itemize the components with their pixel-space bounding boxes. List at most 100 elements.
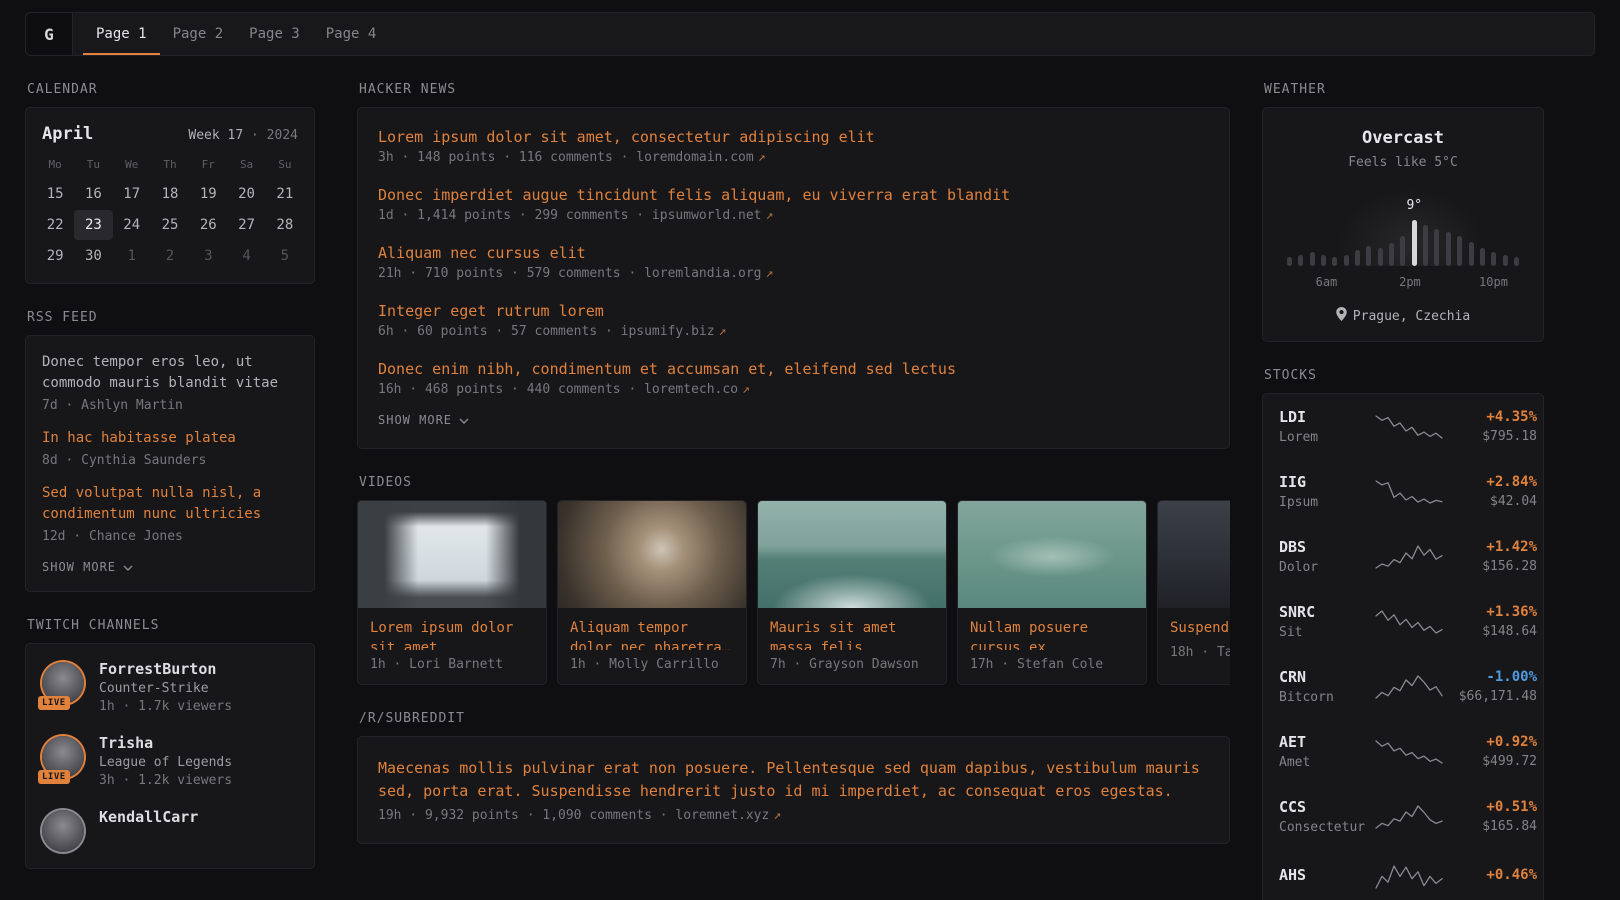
channel-name: KendallCarr [99, 808, 198, 826]
hackernews-show-more-button[interactable]: SHOW MORE [378, 413, 469, 427]
video-title-link[interactable]: Lorem ipsum dolor sit amet consectetu… [358, 608, 546, 650]
stock-name: Amet [1279, 755, 1373, 770]
hackernews-item-link[interactable]: Integer eget rutrum lorem [378, 302, 1209, 320]
tab-page-1[interactable]: Page 1 [83, 13, 160, 55]
video-title-link[interactable]: Suspendisse diam [1158, 608, 1230, 638]
rss-widget: Donec tempor eros leo, ut commodo mauris… [25, 335, 315, 592]
right-column: WEATHER Overcast Feels like 5°C 9° 6am 2… [1262, 56, 1544, 900]
external-link-icon[interactable]: ↗ [758, 150, 766, 165]
stock-ticker: SNRC [1279, 603, 1373, 621]
video-thumbnail[interactable] [758, 501, 946, 608]
stock-change: +1.42% [1445, 539, 1537, 555]
external-link-icon[interactable]: ↗ [742, 382, 750, 397]
calendar-day-next-month: 4 [227, 241, 265, 271]
channel-meta: 1h · 1.7k viewers [99, 699, 232, 714]
stock-row[interactable]: CRN Bitcorn -1.00% $66,171.48 [1263, 654, 1543, 719]
calendar-day-header: We [113, 152, 151, 178]
stock-price: $156.28 [1445, 559, 1537, 574]
weather-bar [1366, 246, 1371, 266]
avatar: LIVE [42, 736, 84, 778]
rss-section-title: RSS FEED [27, 310, 313, 325]
weather-bar [1287, 257, 1292, 266]
rss-item-link[interactable]: Donec tempor eros leo, ut commodo mauris… [42, 352, 298, 394]
weather-bar [1389, 243, 1394, 266]
weather-bar [1434, 229, 1439, 266]
calendar-day: 18 [151, 179, 189, 209]
video-title-link[interactable]: Aliquam tempor dolor nec pharetra… [558, 608, 746, 650]
video-card: Aliquam tempor dolor nec pharetra… 1h · … [557, 500, 747, 685]
weather-condition: Overcast [1279, 128, 1527, 148]
weather-bar [1503, 255, 1508, 266]
weather-bar [1423, 225, 1428, 266]
live-badge: LIVE [38, 696, 70, 710]
app-logo[interactable]: G [26, 13, 73, 55]
stock-row[interactable]: AHS +0.46% [1263, 849, 1543, 900]
video-thumbnail[interactable] [358, 501, 546, 608]
chevron-down-icon [459, 413, 469, 427]
external-link-icon[interactable]: ↗ [766, 208, 774, 223]
stock-row[interactable]: CCS Consectetur +0.51% $165.84 [1263, 784, 1543, 849]
rss-item-meta: 12d · Chance Jones [42, 529, 298, 544]
stock-change: +4.35% [1445, 409, 1537, 425]
video-thumbnail[interactable] [958, 501, 1146, 608]
stock-price: $42.04 [1445, 494, 1537, 509]
calendar-day: 19 [189, 179, 227, 209]
stock-change: +1.36% [1445, 604, 1537, 620]
video-thumbnail[interactable] [1158, 501, 1230, 608]
location-pin-icon [1336, 307, 1347, 325]
calendar-day-header: Fr [189, 152, 227, 178]
stock-row[interactable]: SNRC Sit +1.36% $148.64 [1263, 589, 1543, 654]
live-badge: LIVE [38, 770, 70, 784]
calendar-day-next-month: 5 [266, 241, 304, 271]
rss-item: Sed volutpat nulla nisl, a condimentum n… [42, 483, 298, 544]
stock-name: Lorem [1279, 430, 1373, 445]
hackernews-item-link[interactable]: Donec imperdiet augue tincidunt felis al… [378, 186, 1209, 204]
rss-item: Donec tempor eros leo, ut commodo mauris… [42, 352, 298, 413]
stock-ticker: LDI [1279, 408, 1373, 426]
video-meta: 17h · Stefan Cole [958, 650, 1146, 684]
hackernews-item-link[interactable]: Donec enim nibh, condimentum et accumsan… [378, 360, 1209, 378]
video-thumbnail[interactable] [558, 501, 746, 608]
tab-page-4[interactable]: Page 4 [313, 13, 390, 55]
twitch-widget: LIVE ForrestBurton Counter-Strike 1h · 1… [25, 643, 315, 869]
external-link-icon[interactable]: ↗ [773, 808, 781, 823]
subreddit-post-link[interactable]: Maecenas mollis pulvinar erat non posuer… [378, 757, 1209, 804]
twitch-channel-row[interactable]: KendallCarr [42, 808, 298, 852]
stock-ticker: DBS [1279, 538, 1373, 556]
video-meta: 18h · Tara [1158, 638, 1230, 672]
video-title-link[interactable]: Mauris sit amet massa felis [758, 608, 946, 650]
stock-change: +0.51% [1445, 799, 1537, 815]
external-link-icon[interactable]: ↗ [719, 324, 727, 339]
chevron-down-icon [123, 560, 133, 574]
twitch-channel-row[interactable]: LIVE ForrestBurton Counter-Strike 1h · 1… [42, 660, 298, 714]
video-title-link[interactable]: Nullam posuere cursus ex [958, 608, 1146, 650]
calendar-day-header: Tu [74, 152, 112, 178]
rss-show-more-button[interactable]: SHOW MORE [42, 560, 133, 574]
stock-row[interactable]: DBS Dolor +1.42% $156.28 [1263, 524, 1543, 589]
hackernews-item-link[interactable]: Aliquam nec cursus elit [378, 244, 1209, 262]
stock-row[interactable]: LDI Lorem +4.35% $795.18 [1263, 394, 1543, 459]
video-card: Mauris sit amet massa felis 7h · Grayson… [757, 500, 947, 685]
calendar-grid: Mo Tu We Th Fr Sa Su 15 16 17 18 19 20 2… [26, 150, 314, 283]
calendar-day: 24 [113, 210, 151, 240]
rss-item-link[interactable]: Sed volutpat nulla nisl, a condimentum n… [42, 483, 298, 525]
tab-page-2[interactable]: Page 2 [160, 13, 237, 55]
video-meta: 1h · Molly Carrillo [558, 650, 746, 684]
calendar-day-next-month: 2 [151, 241, 189, 271]
rss-item-link[interactable]: In hac habitasse platea [42, 428, 298, 449]
external-link-icon[interactable]: ↗ [766, 266, 774, 281]
tab-page-3[interactable]: Page 3 [236, 13, 313, 55]
rss-item-meta: 8d · Cynthia Saunders [42, 453, 298, 468]
twitch-channel-row[interactable]: LIVE Trisha League of Legends 3h · 1.2k … [42, 734, 298, 788]
channel-name: Trisha [99, 734, 232, 752]
hackernews-item-link[interactable]: Lorem ipsum dolor sit amet, consectetur … [378, 128, 1209, 146]
channel-game: League of Legends [99, 755, 232, 770]
calendar-header: April Week 17 · 2024 [26, 108, 314, 150]
stock-sparkline [1373, 673, 1445, 701]
stock-row[interactable]: AET Amet +0.92% $499.72 [1263, 719, 1543, 784]
weather-bar [1355, 250, 1360, 266]
calendar-day: 27 [227, 210, 265, 240]
subreddit-widget: Maecenas mollis pulvinar erat non posuer… [357, 736, 1230, 844]
stock-row[interactable]: IIG Ipsum +2.84% $42.04 [1263, 459, 1543, 524]
calendar-day-next-month: 3 [189, 241, 227, 271]
